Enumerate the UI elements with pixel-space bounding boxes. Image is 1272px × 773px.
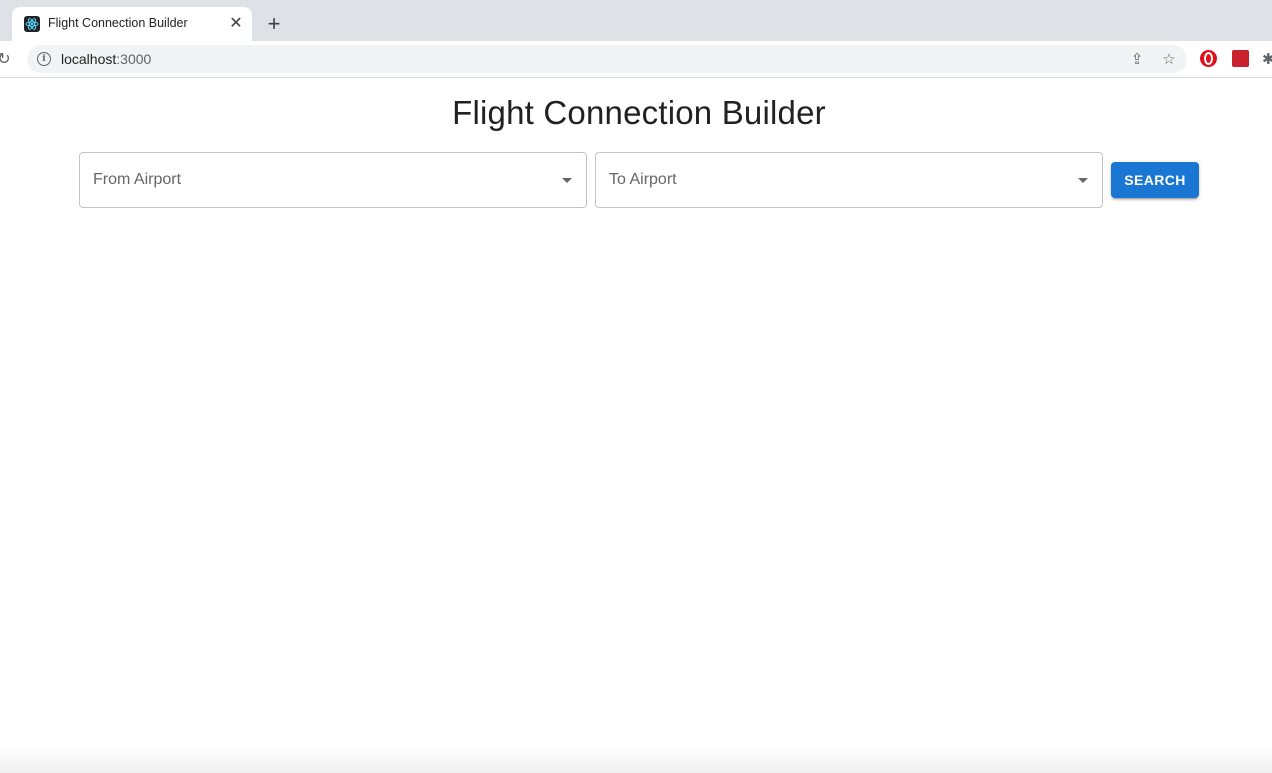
bookmark-star-icon[interactable]: ☆ bbox=[1159, 49, 1179, 69]
react-logo-icon bbox=[24, 16, 40, 32]
close-tab-icon[interactable]: ✕ bbox=[228, 15, 244, 32]
dropdown-arrow-icon[interactable] bbox=[1078, 178, 1088, 183]
url-port: :3000 bbox=[116, 51, 152, 67]
share-icon[interactable]: ⇪ bbox=[1127, 49, 1147, 69]
browser-toolbar: ↻ i localhost:3000 ⇪ ☆ ✱ bbox=[0, 41, 1272, 78]
tab-title: Flight Connection Builder bbox=[48, 16, 188, 30]
to-airport-label: To Airport bbox=[609, 171, 677, 188]
reload-icon[interactable]: ↻ bbox=[0, 49, 14, 69]
url-host: localhost bbox=[61, 51, 117, 67]
address-bar[interactable]: i localhost:3000 ⇪ ☆ bbox=[27, 45, 1187, 73]
page-content: Flight Connection Builder From Airport T… bbox=[0, 78, 1272, 773]
from-airport-select[interactable]: From Airport bbox=[79, 152, 587, 208]
page-title: Flight Connection Builder bbox=[452, 94, 826, 131]
site-info-icon[interactable]: i bbox=[37, 52, 51, 66]
bottom-shadow bbox=[0, 745, 1272, 773]
to-airport-select[interactable]: To Airport bbox=[595, 152, 1103, 208]
from-airport-label: From Airport bbox=[93, 171, 182, 188]
browser-tab[interactable]: Flight Connection Builder ✕ bbox=[12, 7, 252, 41]
new-tab-icon[interactable]: + bbox=[262, 11, 286, 36]
red-extension-icon[interactable] bbox=[1232, 50, 1249, 67]
adblock-extension-icon[interactable] bbox=[1200, 50, 1217, 67]
extensions-puzzle-icon[interactable]: ✱ bbox=[1262, 50, 1272, 68]
url-text[interactable]: localhost:3000 bbox=[61, 51, 151, 67]
dropdown-arrow-icon[interactable] bbox=[562, 178, 572, 183]
search-button[interactable]: SEARCH bbox=[1111, 162, 1199, 198]
browser-tabstrip: Flight Connection Builder ✕ + bbox=[0, 0, 1272, 41]
